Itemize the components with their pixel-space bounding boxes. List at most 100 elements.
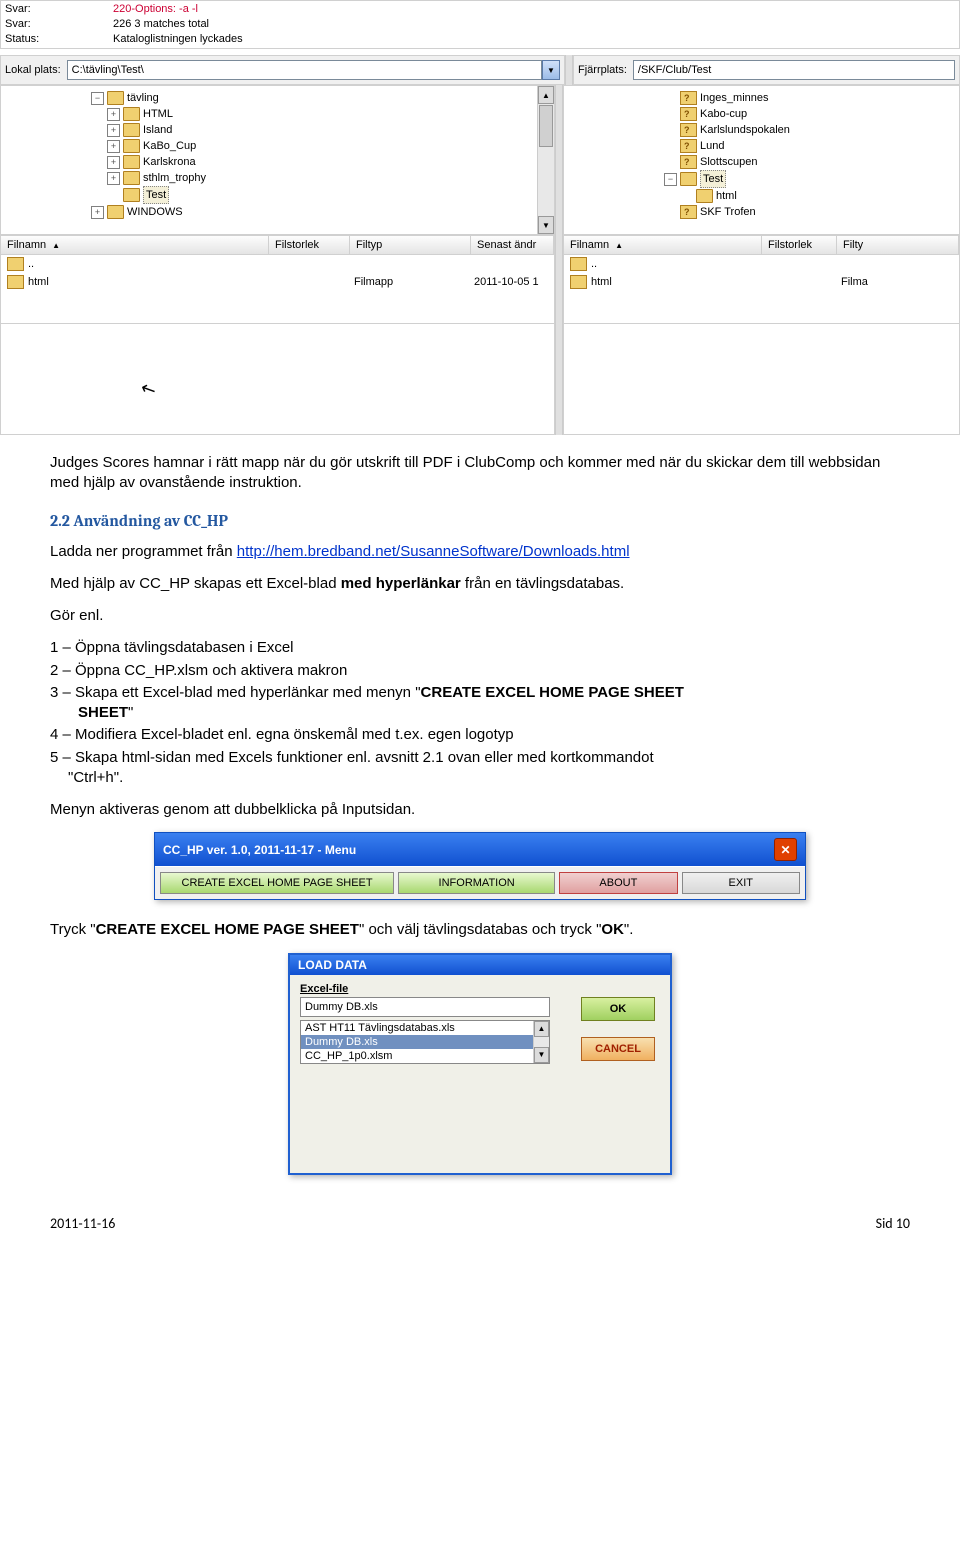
folder-icon: [7, 257, 24, 271]
tree-item[interactable]: KaBo_Cup: [107, 138, 550, 154]
sort-asc-icon: ▲: [615, 241, 623, 250]
tree-item[interactable]: Karlskrona: [107, 154, 550, 170]
local-path-input[interactable]: [67, 60, 542, 80]
collapse-icon[interactable]: [91, 92, 104, 105]
scrollbar-vertical[interactable]: ▲ ▼: [537, 86, 554, 234]
folder-icon: [123, 155, 140, 169]
mouse-cursor-icon: ↖: [137, 377, 160, 402]
folder-icon: [680, 155, 697, 169]
folder-icon: [123, 107, 140, 121]
folder-icon: [107, 91, 124, 105]
tree-item[interactable]: HTML: [107, 106, 550, 122]
folder-icon: [123, 171, 140, 185]
expand-icon[interactable]: [107, 140, 120, 153]
tree-item[interactable]: sthlm_trophy: [107, 170, 550, 186]
footer-page: Sid 10: [876, 1215, 910, 1232]
scroll-down-icon[interactable]: ▼: [538, 216, 554, 234]
download-link[interactable]: http://hem.bredband.net/SusanneSoftware/…: [237, 543, 630, 560]
folder-icon: [7, 275, 24, 289]
paragraph: Ladda ner programmet från http://hem.bre…: [50, 542, 910, 562]
local-grid-header[interactable]: Filnamn▲ Filstorlek Filtyp Senast ändr: [0, 235, 555, 255]
folder-icon: [680, 91, 697, 105]
tree-item[interactable]: WINDOWS: [91, 204, 550, 220]
dialog-titlebar[interactable]: LOAD DATA: [290, 955, 670, 975]
remote-grid-header[interactable]: Filnamn▲ Filstorlek Filty: [563, 235, 960, 255]
ok-button[interactable]: OK: [581, 997, 655, 1021]
remote-grid[interactable]: ..htmlFilma: [563, 255, 960, 324]
expand-icon[interactable]: [107, 124, 120, 137]
folder-icon: [123, 123, 140, 137]
table-row[interactable]: htmlFilmapp2011-10-05 1: [1, 273, 554, 291]
table-row[interactable]: ..: [1, 255, 554, 273]
footer-date: 2011-11-16: [50, 1215, 115, 1232]
excel-file-input[interactable]: [300, 997, 550, 1017]
remote-path-input[interactable]: [633, 60, 955, 80]
tree-item[interactable]: Inges_minnes: [664, 90, 955, 106]
table-row[interactable]: htmlFilma: [564, 273, 959, 291]
heading-2-2: 2.2 Användning av CC_HP: [50, 512, 910, 530]
folder-icon: [680, 123, 697, 137]
folder-icon: [123, 188, 140, 202]
tree-item[interactable]: Island: [107, 122, 550, 138]
folder-icon: [680, 139, 697, 153]
folder-icon: [123, 139, 140, 153]
remote-path-panel: Fjärrplats:: [573, 55, 960, 85]
folder-icon: [680, 205, 697, 219]
dialog-titlebar[interactable]: CC_HP ver. 1.0, 2011-11-17 - Menu ✕: [155, 833, 805, 866]
cc-hp-menu-dialog: CC_HP ver. 1.0, 2011-11-17 - Menu ✕ CREA…: [154, 832, 806, 900]
folder-icon: [570, 275, 587, 289]
scrollbar-vertical[interactable]: ▲ ▼: [533, 1021, 549, 1063]
tree-item[interactable]: SKF Trofen: [664, 204, 955, 220]
tree-item[interactable]: Kabo-cup: [664, 106, 955, 122]
list-item[interactable]: Dummy DB.xls: [301, 1035, 549, 1049]
step-list: 1 – Öppna tävlingsdatabasen i Excel 2 – …: [50, 638, 910, 788]
folder-icon: [680, 172, 697, 186]
expand-icon[interactable]: [91, 206, 104, 219]
status-labels: Svar: Svar: Status:: [1, 1, 109, 48]
remote-path-label: Fjärrplats:: [578, 64, 627, 76]
exit-button[interactable]: EXIT: [682, 872, 800, 894]
information-button[interactable]: INFORMATION: [398, 872, 555, 894]
expand-icon[interactable]: [107, 108, 120, 121]
status-messages: 220-Options: -a -l 226 3 matches total K…: [109, 1, 959, 48]
paragraph: Judges Scores hamnar i rätt mapp när du …: [50, 453, 910, 494]
list-item[interactable]: AST HT11 Tävlingsdatabas.xls: [301, 1021, 549, 1035]
tree-item[interactable]: html: [680, 188, 955, 204]
status-panel: Svar: Svar: Status: 220-Options: -a -l 2…: [0, 0, 960, 49]
expand-icon[interactable]: [107, 172, 120, 185]
ftp-client-screenshot: Svar: Svar: Status: 220-Options: -a -l 2…: [0, 0, 960, 435]
expand-icon[interactable]: [107, 156, 120, 169]
table-row[interactable]: ..: [564, 255, 959, 273]
tree-item[interactable]: tävling: [91, 90, 550, 106]
tree-item[interactable]: Test: [107, 186, 550, 204]
create-sheet-button[interactable]: CREATE EXCEL HOME PAGE SHEET: [160, 872, 394, 894]
folder-icon: [696, 189, 713, 203]
scroll-up-icon[interactable]: ▲: [538, 86, 554, 104]
local-path-panel: Lokal plats: ▼: [0, 55, 565, 85]
close-icon[interactable]: ✕: [774, 838, 797, 861]
scroll-down-icon[interactable]: ▼: [534, 1047, 549, 1063]
tree-item[interactable]: Slottscupen: [664, 154, 955, 170]
chevron-down-icon[interactable]: ▼: [542, 60, 560, 80]
about-button[interactable]: ABOUT: [559, 872, 677, 894]
folder-icon: [107, 205, 124, 219]
scroll-up-icon[interactable]: ▲: [534, 1021, 549, 1037]
folder-icon: [680, 107, 697, 121]
scroll-thumb[interactable]: [539, 105, 553, 147]
tree-item[interactable]: Karlslundspokalen: [664, 122, 955, 138]
folder-icon: [570, 257, 587, 271]
collapse-icon[interactable]: [664, 173, 677, 186]
file-listbox[interactable]: AST HT11 Tävlingsdatabas.xls Dummy DB.xl…: [300, 1020, 550, 1064]
cancel-button[interactable]: CANCEL: [581, 1037, 655, 1061]
tree-item[interactable]: Test: [664, 170, 955, 188]
paragraph: Tryck "CREATE EXCEL HOME PAGE SHEET" och…: [50, 920, 910, 940]
sort-asc-icon: ▲: [52, 241, 60, 250]
list-item[interactable]: CC_HP_1p0.xlsm: [301, 1049, 549, 1063]
paragraph: Menyn aktiveras genom att dubbelklicka p…: [50, 800, 910, 820]
remote-tree[interactable]: Inges_minnesKabo-cupKarlslundspokalenLun…: [563, 85, 960, 235]
local-tree[interactable]: tävlingHTMLIslandKaBo_CupKarlskronasthlm…: [0, 85, 555, 235]
tree-item[interactable]: Lund: [664, 138, 955, 154]
local-grid[interactable]: ..htmlFilmapp2011-10-05 1: [0, 255, 555, 324]
dialog-title: CC_HP ver. 1.0, 2011-11-17 - Menu: [163, 843, 356, 857]
paragraph: Med hjälp av CC_HP skapas ett Excel-blad…: [50, 574, 910, 594]
